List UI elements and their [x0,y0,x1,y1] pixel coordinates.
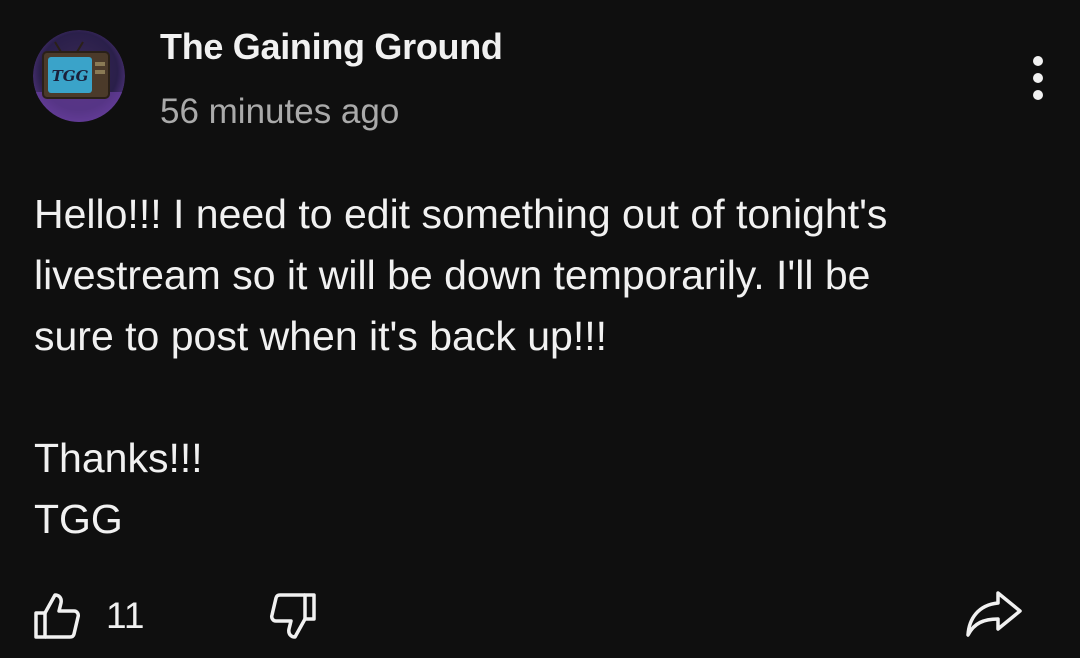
like-count: 11 [106,595,145,636]
channel-avatar[interactable]: TGG [33,30,125,122]
post-body-line: Hello!!! I need to edit something out of… [34,191,888,237]
post-body: Hello!!! I need to edit something out of… [34,184,1044,550]
post-body-line: sure to post when it's back up!!! [34,313,608,359]
more-options-button[interactable] [1016,50,1060,106]
tv-logo-icon: TGG [33,30,125,122]
share-arrow-icon [966,591,1022,637]
channel-name[interactable]: The Gaining Ground [160,26,503,68]
dislike-button[interactable] [262,586,320,646]
thumbs-up-icon [34,593,80,639]
thumbs-down-icon [270,593,316,639]
paragraph-break [34,367,1044,428]
share-button[interactable] [962,584,1026,644]
post-body-line: TGG [34,496,123,542]
community-post: TGG The Gaining Ground 56 minutes ago He… [0,0,1080,658]
like-button[interactable]: 11 [30,586,144,646]
avatar-text: TGG [52,67,89,85]
post-body-line: Thanks!!! [34,435,203,481]
post-body-line: livestream so it will be down temporaril… [34,252,871,298]
post-timestamp: 56 minutes ago [160,92,400,131]
more-vert-icon [1033,56,1043,100]
